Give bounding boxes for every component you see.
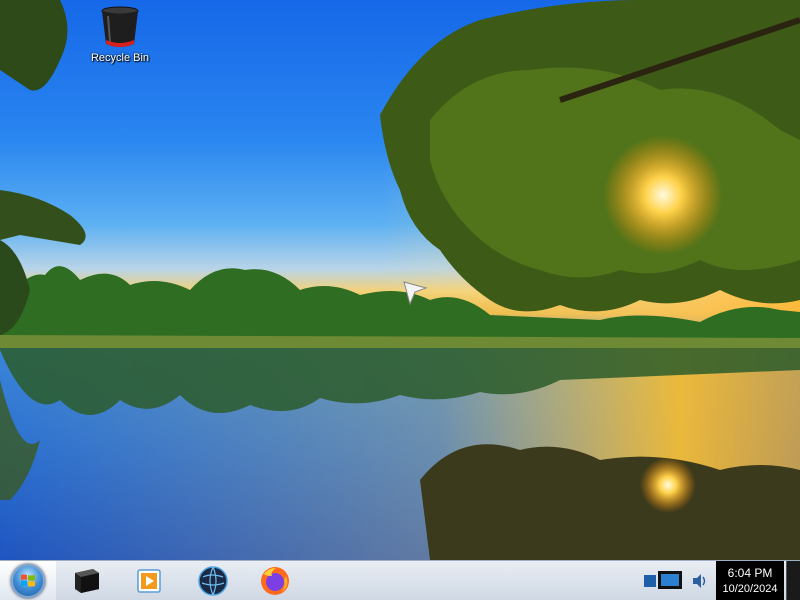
network-icon[interactable]	[642, 569, 686, 593]
recycle-bin-label: Recycle Bin	[90, 52, 150, 64]
taskbar-firefox-button[interactable]	[254, 564, 296, 598]
volume-icon[interactable]	[690, 571, 710, 591]
wallpaper-scene	[0, 0, 800, 560]
clock-date: 10/20/2024	[722, 583, 778, 595]
media-player-icon	[137, 569, 161, 593]
mouse-cursor-icon	[403, 281, 428, 306]
taskbar-globe-browser-button[interactable]	[192, 564, 234, 598]
globe-browser-icon	[198, 566, 228, 596]
taskbar-media-player-button[interactable]	[128, 564, 170, 598]
taskbar-clock[interactable]: 6:04 PM 10/20/2024	[716, 561, 784, 600]
show-desktop-button[interactable]	[786, 561, 800, 600]
desktop-wallpaper	[0, 0, 800, 560]
system-tray	[636, 561, 716, 600]
clock-time: 6:04 PM	[727, 566, 773, 580]
windows-logo-icon	[11, 564, 45, 598]
terminal-icon	[75, 569, 99, 593]
taskbar-terminal-button[interactable]	[66, 564, 108, 598]
recycle-bin-icon	[101, 6, 139, 47]
desktop-icon-recycle-bin[interactable]: Recycle Bin	[84, 4, 156, 64]
start-button[interactable]	[0, 561, 56, 600]
firefox-icon	[261, 567, 289, 595]
taskbar: 6:04 PM 10/20/2024	[0, 560, 800, 600]
